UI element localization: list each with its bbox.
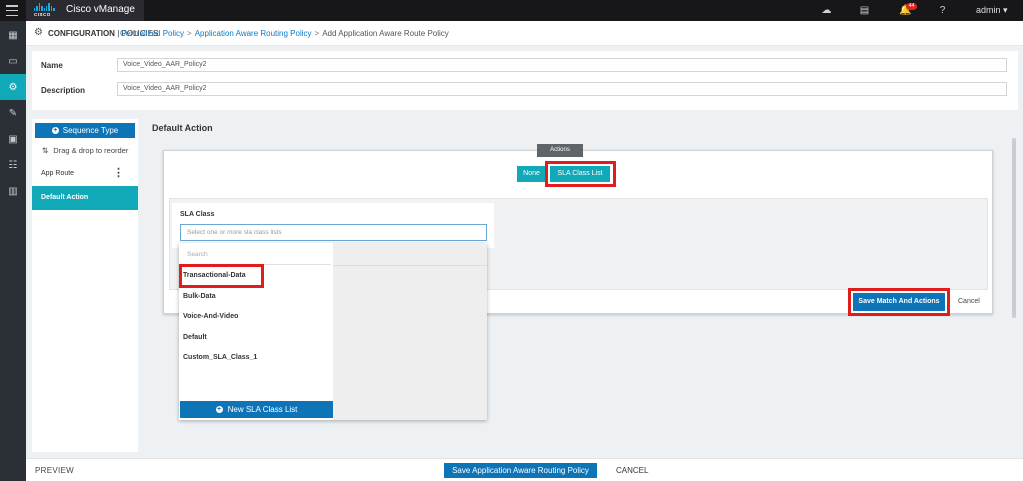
administration-users-icon[interactable]: ☷ (0, 152, 26, 178)
sequence-panel: + Sequence Type ⇅ Drag & drop to reorder A… (32, 119, 138, 452)
plus-icon: + (51, 127, 59, 134)
more-options-icon[interactable]: ⋮ (113, 168, 124, 179)
default-action-title: Default Action (152, 123, 213, 133)
description-field[interactable]: Voice_Video_AAR_Policy2 (117, 82, 1007, 96)
sla-class-select[interactable]: Select one or more sla class lists (180, 224, 487, 241)
page-header: ⚙ CONFIGURATION | POLICIES Centralized P… (26, 21, 1023, 46)
gear-icon: ⚙ (34, 27, 43, 38)
monitor-icon[interactable]: ▭ (0, 48, 26, 74)
help-icon[interactable]: ? (937, 5, 948, 16)
brand-area: CISCO Cisco vManage (26, 0, 144, 21)
breadcrumb: Centralized Policy > Application Aware Rou… (120, 29, 449, 38)
cloud-icon[interactable]: ☁ (821, 5, 832, 16)
name-field[interactable]: Voice_Video_AAR_Policy2 (117, 58, 1007, 72)
highlight-box-transactional-data (179, 264, 264, 288)
breadcrumb-centralized-policy[interactable]: Centralized Policy (120, 29, 184, 38)
user-name: admin (976, 5, 1001, 15)
drag-hint: ⇅ Drag & drop to reorder (42, 146, 129, 155)
new-sla-class-list-button[interactable]: + New SLA Class List (180, 401, 333, 418)
plus-icon: + (215, 406, 223, 413)
clipboard-icon[interactable]: ▤ (859, 5, 870, 16)
tools-wrench-icon[interactable]: ✎ (0, 100, 26, 126)
hamburger-menu-icon[interactable] (6, 5, 18, 16)
chevron-down-icon: ▾ (1003, 5, 1008, 15)
cisco-logo: CISCO (34, 3, 60, 18)
description-label: Description (41, 86, 86, 95)
actions-label: Actions (537, 144, 583, 157)
footer-cancel-button[interactable]: CANCEL (616, 466, 648, 475)
none-button[interactable]: None (517, 166, 546, 182)
option-custom-sla-class-1[interactable]: Custom_SLA_Class_1 (183, 354, 257, 361)
option-voice-and-video[interactable]: Voice-And-Video (183, 313, 238, 320)
breadcrumb-current: Add Application Aware Route Policy (322, 29, 449, 38)
highlight-box-sla-button (545, 161, 616, 187)
option-bulk-data[interactable]: Bulk-Data (183, 293, 216, 300)
sequence-type-button[interactable]: + Sequence Type (35, 123, 135, 138)
sla-class-label: SLA Class (180, 211, 215, 218)
cisco-logo-text: CISCO (34, 12, 51, 17)
notification-badge: 44 (906, 3, 917, 10)
top-bar: CISCO Cisco vManage ☁ ▤ 🔔 44 ? admin ▾ (0, 0, 1023, 21)
maintenance-toolbox-icon[interactable]: ▣ (0, 126, 26, 152)
user-menu[interactable]: admin ▾ (976, 5, 1008, 16)
scrollbar[interactable] (1012, 138, 1016, 318)
name-label: Name (41, 61, 63, 70)
preview-button[interactable]: PREVIEW (35, 466, 74, 475)
footer-bar: PREVIEW Save Application Aware Routing P… (26, 458, 1023, 481)
cancel-button[interactable]: Cancel (958, 298, 980, 305)
policy-form: Name Voice_Video_AAR_Policy2 Description… (32, 51, 1018, 110)
save-aar-policy-button[interactable]: Save Application Aware Routing Policy (444, 463, 597, 478)
app-title: Cisco vManage (66, 4, 135, 15)
option-default[interactable]: Default (183, 334, 207, 341)
sequence-item-default-action[interactable]: Default Action (32, 186, 138, 210)
dashboard-icon[interactable]: ▦ (0, 22, 26, 48)
highlight-box-save-button (848, 288, 950, 316)
dropdown-search-input[interactable]: Search (181, 245, 331, 265)
side-nav: ▦ ▭ ⚙ ✎ ▣ ☷ ▥ (0, 21, 26, 481)
breadcrumb-aar-policy[interactable]: Application Aware Routing Policy (195, 29, 312, 38)
analytics-chart-icon[interactable]: ▥ (0, 178, 26, 204)
dropdown-preview-area (333, 243, 487, 420)
reorder-arrows-icon: ⇅ (42, 146, 49, 155)
configuration-gear-icon[interactable]: ⚙ (0, 74, 26, 100)
sequence-item-app-route[interactable]: App Route ⋮ (32, 166, 138, 184)
